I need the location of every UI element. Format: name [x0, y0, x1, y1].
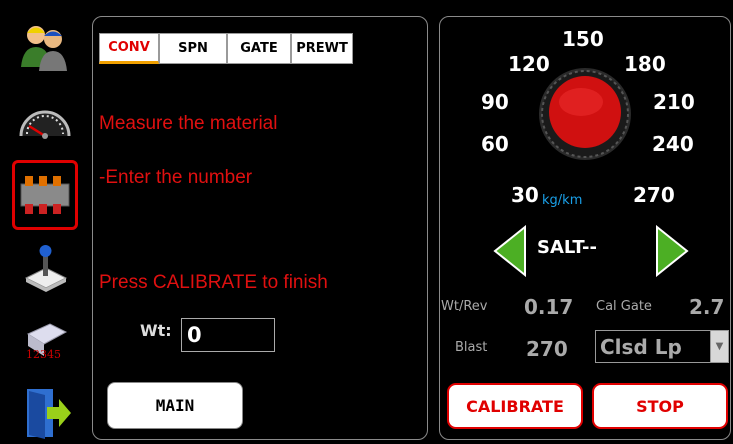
dial-mark-90: 90 — [481, 90, 509, 114]
stop-button[interactable]: STOP — [592, 383, 728, 429]
tab-conv[interactable]: CONV — [99, 33, 159, 64]
prev-material-arrow[interactable] — [493, 224, 527, 281]
sidebar-users-button[interactable] — [14, 16, 76, 78]
sidebar-valves-button[interactable] — [12, 160, 78, 230]
weight-label: Wt: — [140, 321, 172, 340]
arrow-right-icon — [656, 224, 689, 278]
gate-mode-value: Clsd Lp — [600, 334, 682, 359]
red-knob-icon — [539, 68, 631, 160]
instruction-press-calibrate: Press CALIBRATE to finish — [99, 272, 328, 293]
main-button[interactable]: MAIN — [107, 382, 243, 429]
speedometer-icon — [19, 110, 71, 139]
dial-mark-60: 60 — [481, 132, 509, 156]
wt-rev-label: Wt/Rev — [441, 299, 488, 314]
calibrate-button[interactable]: CALIBRATE — [447, 383, 583, 429]
sidebar-joystick-button[interactable] — [14, 236, 76, 298]
sidebar-counter-button[interactable]: 12345 — [14, 308, 76, 370]
instruction-enter-number: -Enter the number — [99, 167, 253, 188]
svg-text:12345: 12345 — [26, 348, 61, 361]
dial-mark-270: 270 — [633, 183, 675, 207]
sidebar-speedometer-button[interactable] — [14, 90, 76, 152]
weight-input[interactable]: 0 — [181, 318, 275, 352]
blast-value: 270 — [526, 337, 568, 361]
tab-gate[interactable]: GATE — [227, 33, 291, 64]
hydraulic-valve-icon — [20, 176, 70, 214]
sidebar-exit-button[interactable] — [14, 382, 76, 444]
rate-control-panel: 150 120 180 90 210 60 240 30 270 kg/km S… — [439, 16, 731, 440]
wt-rev-value: 0.17 — [524, 295, 574, 319]
instruction-measure: Measure the material — [99, 113, 278, 134]
dial-mark-30: 30 — [511, 183, 539, 207]
counter-icon: 12345 — [26, 323, 68, 361]
gate-mode-select[interactable]: Clsd Lp ▼ — [595, 330, 729, 363]
mode-tabs: CONV SPN GATE PREWT — [99, 33, 353, 64]
sidebar: 12345 — [0, 0, 90, 444]
tab-prewt[interactable]: PREWT — [291, 33, 353, 64]
material-name: SALT-- — [537, 237, 597, 258]
cal-gate-label: Cal Gate — [596, 299, 652, 314]
calibration-instructions-panel: CONV SPN GATE PREWT Measure the material… — [92, 16, 428, 440]
tab-spn[interactable]: SPN — [159, 33, 227, 64]
next-material-arrow[interactable] — [655, 224, 689, 281]
rate-knob[interactable] — [537, 66, 633, 166]
dial-mark-210: 210 — [653, 90, 695, 114]
chevron-down-icon[interactable]: ▼ — [710, 331, 728, 362]
rate-unit-label: kg/km — [542, 193, 583, 208]
cal-gate-value: 2.7 — [689, 295, 725, 319]
dial-mark-240: 240 — [652, 132, 694, 156]
arrow-left-icon — [493, 224, 526, 278]
dial-mark-150: 150 — [562, 27, 604, 51]
exit-door-icon — [27, 389, 71, 439]
joystick-icon — [24, 245, 68, 292]
blast-label: Blast — [455, 340, 488, 355]
users-icon — [21, 26, 67, 71]
